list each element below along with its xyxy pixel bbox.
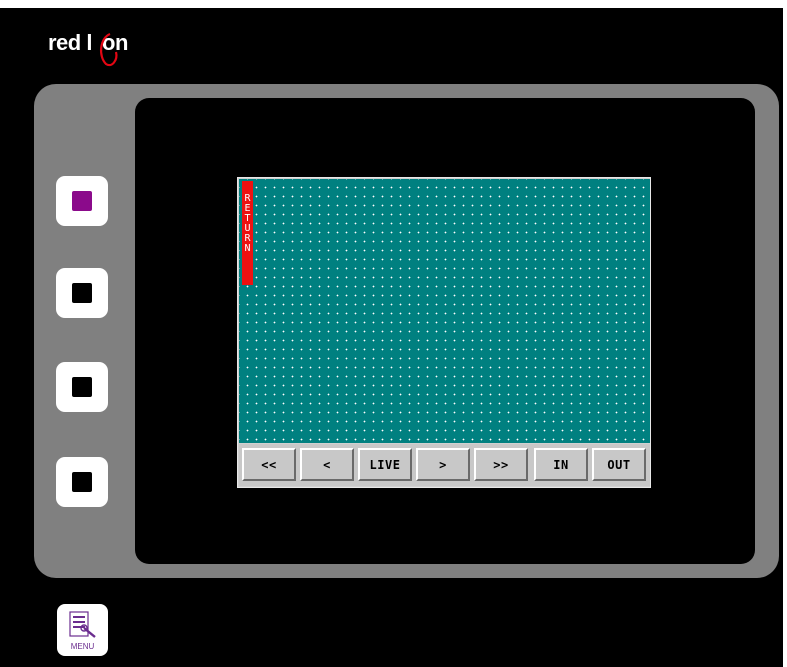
return-button[interactable]: R E T U R N [242, 181, 253, 285]
soft-key-2[interactable] [56, 268, 108, 318]
scroll-last-button[interactable]: >> [474, 448, 528, 481]
soft-key-1-indicator [72, 191, 92, 211]
zoom-out-button[interactable]: OUT [592, 448, 646, 481]
trend-canvas[interactable]: R E T U R N [239, 179, 650, 443]
soft-key-4-indicator [72, 472, 92, 492]
red-lion-logo: red l on [48, 30, 158, 70]
right-margin [783, 0, 787, 667]
soft-key-2-indicator [72, 283, 92, 303]
logo-swoosh-icon [100, 32, 118, 67]
soft-key-3-indicator [72, 377, 92, 397]
menu-label: MENU [70, 642, 95, 651]
scroll-next-button[interactable]: > [416, 448, 470, 481]
zoom-in-button[interactable]: IN [534, 448, 588, 481]
scroll-prev-button[interactable]: < [300, 448, 354, 481]
trend-toolbar: << < LIVE > >> IN OUT [239, 444, 650, 486]
scroll-first-button[interactable]: << [242, 448, 296, 481]
soft-key-1[interactable] [56, 176, 108, 226]
soft-key-3[interactable] [56, 362, 108, 412]
menu-button[interactable]: MENU [57, 604, 108, 656]
menu-icon [69, 611, 96, 638]
top-margin [0, 0, 787, 8]
soft-key-4[interactable] [56, 457, 108, 507]
hmi-display: R E T U R N << < LIVE > >> IN OUT [237, 177, 651, 488]
return-letter: N [244, 243, 251, 254]
live-button[interactable]: LIVE [358, 448, 412, 481]
